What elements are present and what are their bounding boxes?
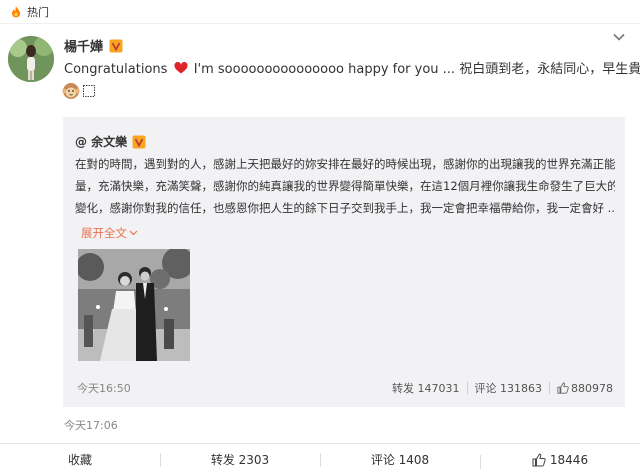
repost-like-count[interactable]: 880978 xyxy=(571,382,613,395)
repost-text-line: 變化，感謝你對我的信任，也感恩你把人生的餘下日子交到我手上，我一定會把幸福帶給你… xyxy=(75,201,615,215)
repost-author-name[interactable]: @ 余文樂 xyxy=(75,133,127,150)
repost-forward-link[interactable]: 转发 147031 xyxy=(392,380,460,396)
comment-button[interactable]: 评论 1408 xyxy=(320,451,480,468)
divider xyxy=(549,382,550,394)
like-button[interactable]: 18446 xyxy=(480,452,640,469)
post-text-end: I'm sooooooooooooooo happy for you ... 祝… xyxy=(189,62,640,77)
flame-icon xyxy=(12,6,20,17)
username[interactable]: 楊千嬅 xyxy=(64,36,123,55)
username-text[interactable]: 楊千嬅 xyxy=(64,36,103,55)
avatar-image xyxy=(8,36,54,82)
repost-comment-link[interactable]: 评论 131863 xyxy=(475,380,543,396)
expand-full-text-link[interactable]: 展开全文 xyxy=(81,225,138,241)
expand-label[interactable]: 展开全文 xyxy=(81,225,127,241)
favorite-button[interactable]: 收藏 xyxy=(0,451,160,468)
like-count[interactable]: 18446 xyxy=(550,453,588,467)
avatar[interactable] xyxy=(8,36,54,82)
thumbs-up-icon[interactable] xyxy=(557,382,569,394)
verified-badge-icon xyxy=(109,39,123,52)
wedding-photo-image xyxy=(78,249,190,361)
heart-icon xyxy=(174,62,188,74)
emoji-row xyxy=(62,82,96,100)
hot-label: 热门 xyxy=(27,5,49,19)
chevron-down-icon xyxy=(129,230,138,236)
forward-label[interactable]: 转发 2303 xyxy=(211,451,269,468)
divider xyxy=(466,382,468,394)
placeholder-box-emoji-icon xyxy=(83,85,95,97)
chevron-down-icon[interactable] xyxy=(612,30,626,44)
monkey-face-emoji-icon xyxy=(62,83,80,99)
repost-text: 在對的時間，遇到對的人，感謝上天把最好的妳安排在最好的時候出現，感謝你的出現讓我… xyxy=(75,153,615,219)
action-bar: 收藏 转发 2303 评论 1408 18446 xyxy=(0,443,640,475)
post-timestamp[interactable]: 今天17:06 xyxy=(64,417,118,433)
thumbs-up-icon xyxy=(532,452,546,466)
repost-text-line: 量，充滿快樂，充滿笑聲，感謝你的純真讓我的世界變得簡單快樂，在這12個月裡你讓我… xyxy=(75,179,615,193)
repost-text-line: 在對的時間，遇到對的人，感謝上天把最好的妳安排在最好的時候出現，感謝你的出現讓我… xyxy=(75,157,615,171)
repost-stats: 转发 147031 评论 131863 880978 xyxy=(392,380,613,396)
repost-card[interactable]: @ 余文樂 在對的時間，遇到對的人，感謝上天把最好的妳安排在最好的時候出現，感謝… xyxy=(63,117,625,407)
forward-button[interactable]: 转发 2303 xyxy=(160,451,320,468)
wedding-photo-thumbnail[interactable] xyxy=(78,249,190,361)
comment-label[interactable]: 评论 1408 xyxy=(371,451,429,468)
repost-author[interactable]: @ 余文樂 xyxy=(75,133,146,150)
hot-header: 热门 xyxy=(0,0,640,24)
favorite-label[interactable]: 收藏 xyxy=(68,451,92,468)
repost-timestamp[interactable]: 今天16:50 xyxy=(77,380,131,396)
post-text-start: Congratulations xyxy=(64,62,172,77)
post-text: Congratulations I'm sooooooooooooooo hap… xyxy=(64,60,640,80)
verified-badge-icon xyxy=(132,135,146,148)
